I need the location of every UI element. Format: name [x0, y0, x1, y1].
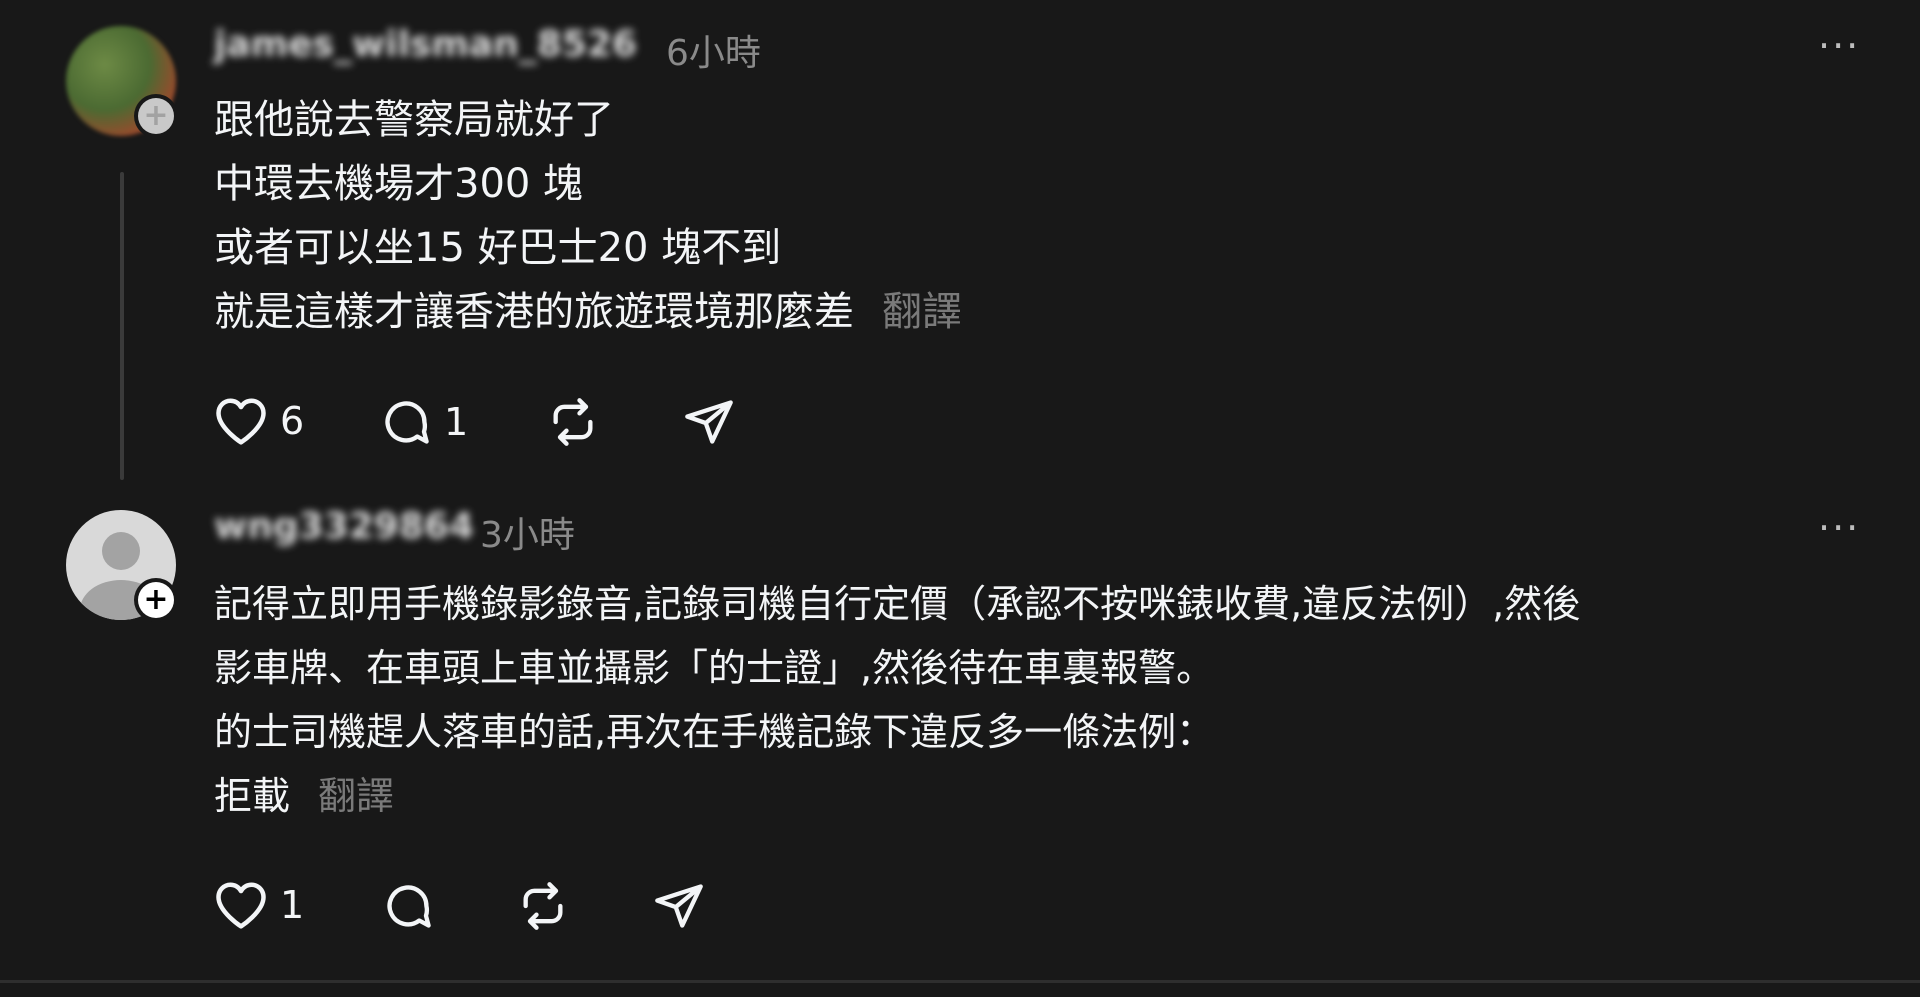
- reply-button[interactable]: 1: [380, 396, 468, 448]
- like-count: 1: [280, 883, 305, 927]
- timestamp[interactable]: 3小時: [480, 506, 575, 558]
- repost-icon: [523, 882, 563, 930]
- more-icon[interactable]: ···: [1818, 506, 1860, 550]
- like-button[interactable]: 6: [214, 396, 304, 446]
- send-icon: [655, 884, 703, 928]
- post-body: 記得立即用手機錄影錄音,記錄司機自行定價（承認不按咪錶收費,違反法例）,然後 影…: [214, 572, 1580, 828]
- comment-icon: [387, 885, 431, 928]
- heart-icon: [216, 882, 266, 929]
- like-button[interactable]: 1: [214, 880, 304, 930]
- follow-button[interactable]: +: [134, 94, 178, 138]
- post-line: 中環去機場才300 塊: [214, 161, 584, 207]
- repost-button[interactable]: [516, 880, 570, 932]
- share-button[interactable]: [652, 880, 706, 932]
- avatar-head: [102, 532, 140, 570]
- plus-icon: +: [138, 98, 174, 134]
- post-line: 就是這樣才讓香港的旅遊環境那麼差 翻譯: [214, 280, 962, 344]
- post-line-text: 就是這樣才讓香港的旅遊環境那麼差: [214, 289, 854, 335]
- post-line: 影車牌、在車頭上車並攝影「的士證」,然後待在車裏報警。: [214, 646, 1215, 690]
- username[interactable]: james_wilsman_8526: [214, 24, 637, 65]
- reply-button[interactable]: [382, 880, 434, 932]
- comment-icon: [385, 401, 429, 444]
- repost-button[interactable]: [546, 396, 600, 448]
- thread-line: [120, 172, 124, 480]
- post-line: 跟他說去警察局就好了: [214, 97, 614, 143]
- divider: [0, 980, 1920, 983]
- post-2: + wng3329864 3小時 ··· 記得立即用手機錄影錄音,記錄司機自行定…: [0, 480, 1920, 980]
- more-icon[interactable]: ···: [1818, 24, 1860, 68]
- post-line: 或者可以坐15 好巴士20 塊不到: [214, 225, 782, 271]
- translate-link[interactable]: 翻譯: [882, 289, 962, 335]
- follow-button[interactable]: +: [134, 578, 178, 622]
- post-line: 的士司機趕人落車的話,再次在手機記錄下違反多一條法例：: [214, 710, 1215, 754]
- translate-link[interactable]: 翻譯: [318, 774, 394, 818]
- timestamp[interactable]: 6小時: [666, 24, 761, 76]
- send-icon: [685, 400, 733, 444]
- repost-icon: [553, 398, 593, 446]
- share-button[interactable]: [682, 396, 736, 448]
- post-body: 跟他說去警察局就好了 中環去機場才300 塊 或者可以坐15 好巴士20 塊不到…: [214, 88, 962, 344]
- reply-count: 1: [444, 400, 469, 444]
- username[interactable]: wng3329864: [214, 506, 474, 547]
- post-line-text: 拒載: [214, 774, 291, 818]
- like-count: 6: [280, 399, 305, 443]
- post-1: + james_wilsman_8526 6小時 ··· 跟他說去警察局就好了 …: [0, 0, 1920, 480]
- plus-icon: +: [138, 582, 174, 618]
- post-line: 拒載 翻譯: [214, 764, 1580, 828]
- post-line: 記得立即用手機錄影錄音,記錄司機自行定價（承認不按咪錶收費,違反法例）,然後: [214, 582, 1581, 626]
- heart-icon: [216, 398, 266, 445]
